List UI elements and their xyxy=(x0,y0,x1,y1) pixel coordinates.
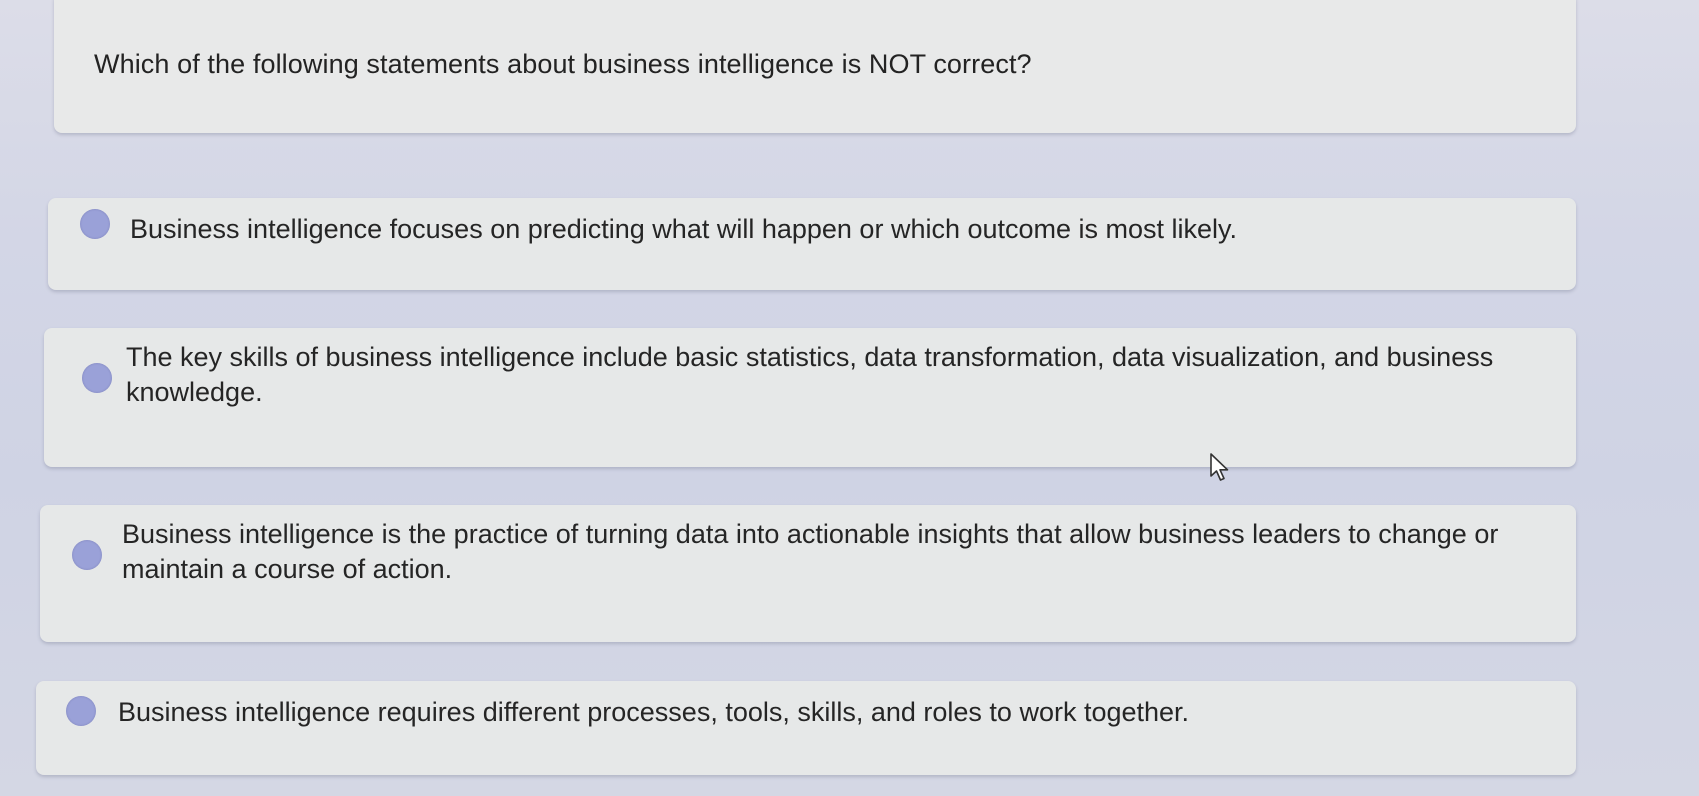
mouse-pointer-icon xyxy=(1210,453,1229,481)
option-label-3: Business intelligence is the practice of… xyxy=(122,519,1499,584)
option-label-4: Business intelligence requires different… xyxy=(118,697,1190,727)
question-text: Which of the following statements about … xyxy=(94,49,1032,79)
answer-option-2[interactable]: The key skills of business intelligence … xyxy=(44,328,1576,467)
option-label-1: Business intelligence focuses on predict… xyxy=(130,214,1238,244)
answer-option-1[interactable]: Business intelligence focuses on predict… xyxy=(48,198,1576,290)
radio-button-4[interactable] xyxy=(66,696,96,726)
radio-button-2[interactable] xyxy=(82,363,112,393)
question-card: Which of the following statements about … xyxy=(54,0,1576,133)
radio-button-1[interactable] xyxy=(80,209,110,239)
option-label-2: The key skills of business intelligence … xyxy=(126,342,1494,407)
answer-option-3[interactable]: Business intelligence is the practice of… xyxy=(40,505,1576,642)
radio-button-3[interactable] xyxy=(72,540,102,570)
answer-option-4[interactable]: Business intelligence requires different… xyxy=(36,681,1576,775)
